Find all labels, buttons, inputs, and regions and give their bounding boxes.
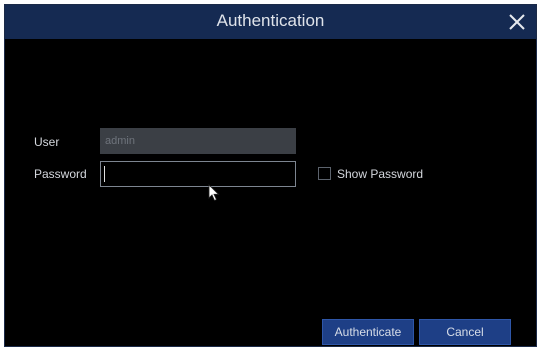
dialog-title: Authentication <box>216 11 325 30</box>
authentication-dialog: Authentication User admin Password Show … <box>4 4 537 347</box>
user-label: User <box>34 135 60 149</box>
dialog-titlebar: Authentication <box>5 5 536 39</box>
password-field[interactable] <box>100 161 296 187</box>
password-label: Password <box>34 167 87 181</box>
authenticate-button[interactable]: Authenticate <box>322 319 414 345</box>
cancel-button[interactable]: Cancel <box>419 319 511 345</box>
mouse-pointer-icon <box>208 184 220 207</box>
close-button[interactable] <box>502 7 532 37</box>
show-password-checkbox[interactable] <box>318 167 331 180</box>
close-icon <box>509 14 525 30</box>
user-field: admin <box>100 128 296 154</box>
text-caret <box>104 166 105 182</box>
show-password-label[interactable]: Show Password <box>337 167 423 181</box>
